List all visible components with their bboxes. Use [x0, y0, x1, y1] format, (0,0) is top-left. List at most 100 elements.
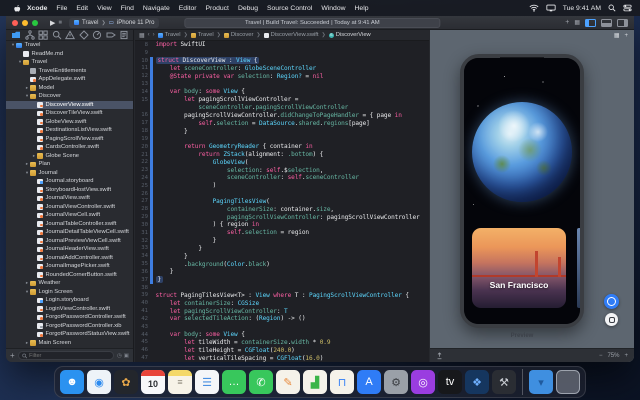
- dock-item-numbers[interactable]: ▟: [303, 370, 327, 394]
- menu-item-window[interactable]: Window: [317, 5, 350, 12]
- file-tree-item[interactable]: ForgotPasswordController.swift: [6, 313, 133, 322]
- source-control-filter-icon[interactable]: ▣: [124, 353, 129, 359]
- dock-item-xcode[interactable]: ⚒: [492, 370, 516, 394]
- file-tree-item[interactable]: ▾Travel: [6, 58, 133, 67]
- menu-item-navigate[interactable]: Navigate: [138, 5, 174, 12]
- spotlight-icon[interactable]: [608, 4, 616, 12]
- zoom-out-button[interactable]: −: [599, 353, 603, 359]
- menu-item-editor[interactable]: Editor: [174, 5, 201, 12]
- menu-item-file[interactable]: File: [52, 5, 72, 12]
- file-tree-item[interactable]: JournalView.swift: [6, 194, 133, 203]
- file-tree-item[interactable]: JournalViewController.swift: [6, 203, 133, 212]
- wifi-icon[interactable]: [529, 4, 539, 12]
- test-navigator-icon[interactable]: [79, 30, 89, 40]
- dock-item-app-store[interactable]: A: [357, 370, 381, 394]
- file-tree-item[interactable]: JournalDetailTableViewCell.swift: [6, 228, 133, 237]
- live-preview-button[interactable]: [604, 294, 619, 309]
- dock-item-keynote[interactable]: ⊓: [330, 370, 354, 394]
- inspector-toggle-button[interactable]: [617, 19, 628, 27]
- file-tree-item[interactable]: ▸Weather: [6, 279, 133, 288]
- breakpoint-navigator-icon[interactable]: [106, 30, 116, 40]
- source-control-navigator-icon[interactable]: [25, 30, 35, 40]
- dock-item-system-preferences[interactable]: ⚙: [384, 370, 408, 394]
- file-tree-item[interactable]: ▾Discover: [6, 92, 133, 101]
- preview-on-device-button[interactable]: [605, 313, 618, 326]
- file-tree-item[interactable]: CardsController.swift: [6, 143, 133, 152]
- file-tree-item[interactable]: DestinationsListView.swift: [6, 126, 133, 135]
- report-navigator-icon[interactable]: [119, 30, 129, 40]
- dock-item-finder[interactable]: ☻: [60, 370, 84, 394]
- dock-item-calendar[interactable]: 10: [141, 370, 165, 394]
- file-tree-item[interactable]: DiscoverTileView.swift: [6, 109, 133, 118]
- file-tree-item[interactable]: GlobeView.swift: [6, 118, 133, 127]
- file-tree-item[interactable]: PagingScrollView.swift: [6, 135, 133, 144]
- filter-input[interactable]: [29, 353, 110, 359]
- menu-item-source-control[interactable]: Source Control: [262, 5, 316, 12]
- editor-layout-icon[interactable]: ▦: [614, 32, 620, 39]
- breadcrumb-item[interactable]: Travel: [191, 32, 214, 38]
- file-tree-item[interactable]: TravelEntitlements: [6, 67, 133, 76]
- breadcrumb-item[interactable]: Discover: [224, 32, 254, 38]
- dock-item-reminders[interactable]: ☰: [195, 370, 219, 394]
- file-tree-item[interactable]: DiscoverView.swift: [6, 101, 133, 110]
- add-editor-icon[interactable]: +: [624, 33, 628, 39]
- run-button[interactable]: ▶: [50, 19, 55, 27]
- minimize-window-button[interactable]: [22, 20, 28, 26]
- editor-options-button[interactable]: ▦: [574, 20, 580, 26]
- dock-item-tv[interactable]: tv: [438, 370, 462, 394]
- back-button[interactable]: ‹: [148, 32, 150, 38]
- navigator-toggle-button[interactable]: [585, 19, 596, 27]
- issue-navigator-icon[interactable]: [65, 30, 75, 40]
- source-code-area[interactable]: 8import SwiftUI910struct DiscoverView : …: [135, 41, 429, 362]
- menu-item-find[interactable]: Find: [116, 5, 138, 12]
- menu-item-help[interactable]: Help: [350, 5, 373, 12]
- file-tree-item[interactable]: ForgotPasswordController.xib: [6, 322, 133, 331]
- file-tree-item[interactable]: JournalTableController.swift: [6, 220, 133, 229]
- zoom-in-button[interactable]: +: [624, 353, 628, 359]
- file-tree-item[interactable]: JournalPreviewViewCell.swift: [6, 237, 133, 246]
- dock-item-downloads-folder[interactable]: ▾: [529, 370, 553, 394]
- file-tree-item[interactable]: JournalImagePicker.swift: [6, 262, 133, 271]
- debug-area-toggle-button[interactable]: [601, 19, 612, 27]
- menu-item-product[interactable]: Product: [201, 5, 233, 12]
- library-plus-button[interactable]: +: [565, 19, 569, 26]
- breadcrumb-item[interactable]: Travel: [158, 32, 181, 38]
- file-tree-item[interactable]: LoginViewController.swift: [6, 305, 133, 314]
- iphone-preview-device[interactable]: San Francisco: [460, 54, 584, 328]
- forward-button[interactable]: ›: [153, 32, 155, 38]
- scheme-selector[interactable]: Travel ❯ ▭ iPhone 11 Pro: [69, 18, 159, 28]
- dock-item-developer[interactable]: ❖: [465, 370, 489, 394]
- file-tree-item[interactable]: JournalAddController.swift: [6, 254, 133, 263]
- file-tree-item[interactable]: ▸Model: [6, 84, 133, 93]
- display-icon[interactable]: [546, 4, 556, 12]
- stop-button[interactable]: ■: [58, 20, 62, 26]
- related-items-icon[interactable]: ▦: [139, 32, 145, 39]
- pin-preview-icon[interactable]: [436, 352, 443, 360]
- dock-item-notes[interactable]: ≡: [168, 370, 192, 394]
- file-tree-item[interactable]: ForgotPasswordStatusView.swift: [6, 330, 133, 339]
- file-tree-item[interactable]: JournalViewCell.swift: [6, 211, 133, 220]
- menu-item-debug[interactable]: Debug: [233, 5, 262, 12]
- file-tree-item[interactable]: Login.storyboard: [6, 296, 133, 305]
- menu-item-xcode[interactable]: Xcode: [23, 5, 52, 12]
- file-tree-item[interactable]: JournalHeaderView.swift: [6, 245, 133, 254]
- file-tree-item[interactable]: ▸Main Screen: [6, 339, 133, 348]
- apple-menu-icon[interactable]: [8, 4, 23, 13]
- menu-item-edit[interactable]: Edit: [72, 5, 93, 12]
- recent-files-filter-icon[interactable]: ◷: [117, 353, 122, 359]
- menu-item-view[interactable]: View: [93, 5, 117, 12]
- breadcrumb-item[interactable]: DiscoverView.swift: [264, 32, 319, 38]
- file-tree-item[interactable]: ReadMe.md: [6, 50, 133, 59]
- dock-item-pages[interactable]: ✎: [276, 370, 300, 394]
- dock-item-podcasts[interactable]: ◎: [411, 370, 435, 394]
- file-tree-item[interactable]: ▾Travel: [6, 41, 133, 50]
- find-navigator-icon[interactable]: [52, 30, 62, 40]
- menu-clock[interactable]: Tue 9:41 AM: [563, 5, 601, 12]
- file-tree-item[interactable]: ▾Journal: [6, 169, 133, 178]
- zoom-window-button[interactable]: [32, 20, 38, 26]
- file-tree-item[interactable]: Journal.storyboard: [6, 177, 133, 186]
- close-window-button[interactable]: [12, 20, 18, 26]
- project-navigator-icon[interactable]: [11, 30, 21, 40]
- destination-card[interactable]: San Francisco: [472, 228, 566, 308]
- control-center-icon[interactable]: [623, 4, 632, 12]
